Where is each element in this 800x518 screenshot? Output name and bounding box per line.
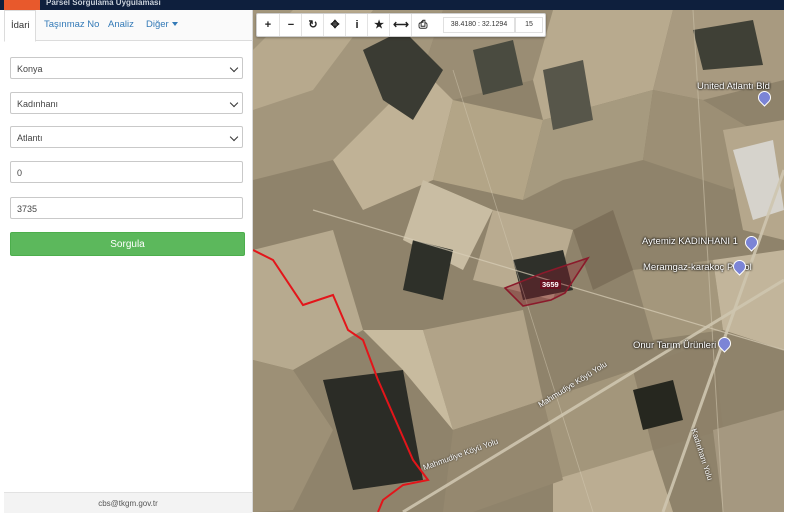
contact-email[interactable]: cbs@tkgm.gov.tr: [98, 499, 158, 508]
app-header: Parsel Sorgulama Uygulaması: [0, 0, 784, 10]
window-edge: [784, 0, 800, 518]
refresh-icon[interactable]: ↻: [301, 14, 324, 36]
tkgm-logo: [4, 0, 40, 10]
chevron-down-icon: [229, 63, 239, 73]
star-icon[interactable]: ★: [367, 14, 390, 36]
place-label-onur-tarim[interactable]: Onur Tarım Ürünleri: [633, 340, 716, 351]
zoom-out-icon[interactable]: −: [279, 14, 302, 36]
caret-down-icon: [171, 22, 178, 27]
tab-tasinmaz-no[interactable]: Taşınmaz No: [38, 10, 105, 40]
contact-footer: cbs@tkgm.gov.tr: [4, 492, 252, 513]
chevron-down-icon: [229, 98, 239, 108]
query-button[interactable]: Sorgula: [10, 232, 245, 256]
neighborhood-select[interactable]: Atlantı: [10, 126, 243, 148]
zoom-in-icon[interactable]: +: [257, 14, 279, 36]
province-value: Konya: [17, 64, 43, 74]
info-icon[interactable]: i: [345, 14, 368, 36]
parcel-input[interactable]: 3735: [10, 197, 243, 219]
neighborhood-value: Atlantı: [17, 133, 43, 143]
tab-bar: İdari Taşınmaz No Analiz Diğer: [4, 10, 252, 42]
print-icon[interactable]: ⎙: [411, 14, 434, 36]
place-label-aytemiz[interactable]: Aytemiz KADINHANI 1: [642, 236, 738, 247]
chevron-down-icon: [229, 132, 239, 142]
map-toolbar: + − ↻ ✥ i ★ ⟷ ⎙ 38.4180 : 32.1294 15: [256, 13, 546, 37]
tab-diger[interactable]: Diğer: [140, 10, 184, 40]
district-select[interactable]: Kadınhanı: [10, 92, 243, 114]
zoom-level: 15: [515, 17, 543, 33]
district-value: Kadınhanı: [17, 99, 59, 109]
block-input[interactable]: 0: [10, 161, 243, 183]
place-label-united-atlanti[interactable]: United Atlantı Bld: [697, 81, 770, 92]
app-title: Parsel Sorgulama Uygulaması: [46, 0, 161, 7]
parcel-number-label[interactable]: 3659: [540, 280, 561, 289]
satellite-map[interactable]: 3659 United Atlantı Bld Aytemiz KADINHAN…: [253, 10, 784, 512]
measure-icon[interactable]: ⟷: [389, 14, 412, 36]
coordinate-readout: 38.4180 : 32.1294: [443, 17, 515, 33]
tab-diger-label: Diğer: [146, 19, 169, 30]
block-value: 0: [17, 168, 23, 178]
pan-icon[interactable]: ✥: [323, 14, 346, 36]
province-select[interactable]: Konya: [10, 57, 243, 79]
tab-idari[interactable]: İdari: [4, 10, 37, 42]
parcel-value: 3735: [17, 204, 38, 214]
query-panel: İdari Taşınmaz No Analiz Diğer Konya Kad…: [4, 10, 253, 513]
tab-analiz[interactable]: Analiz: [102, 10, 140, 40]
